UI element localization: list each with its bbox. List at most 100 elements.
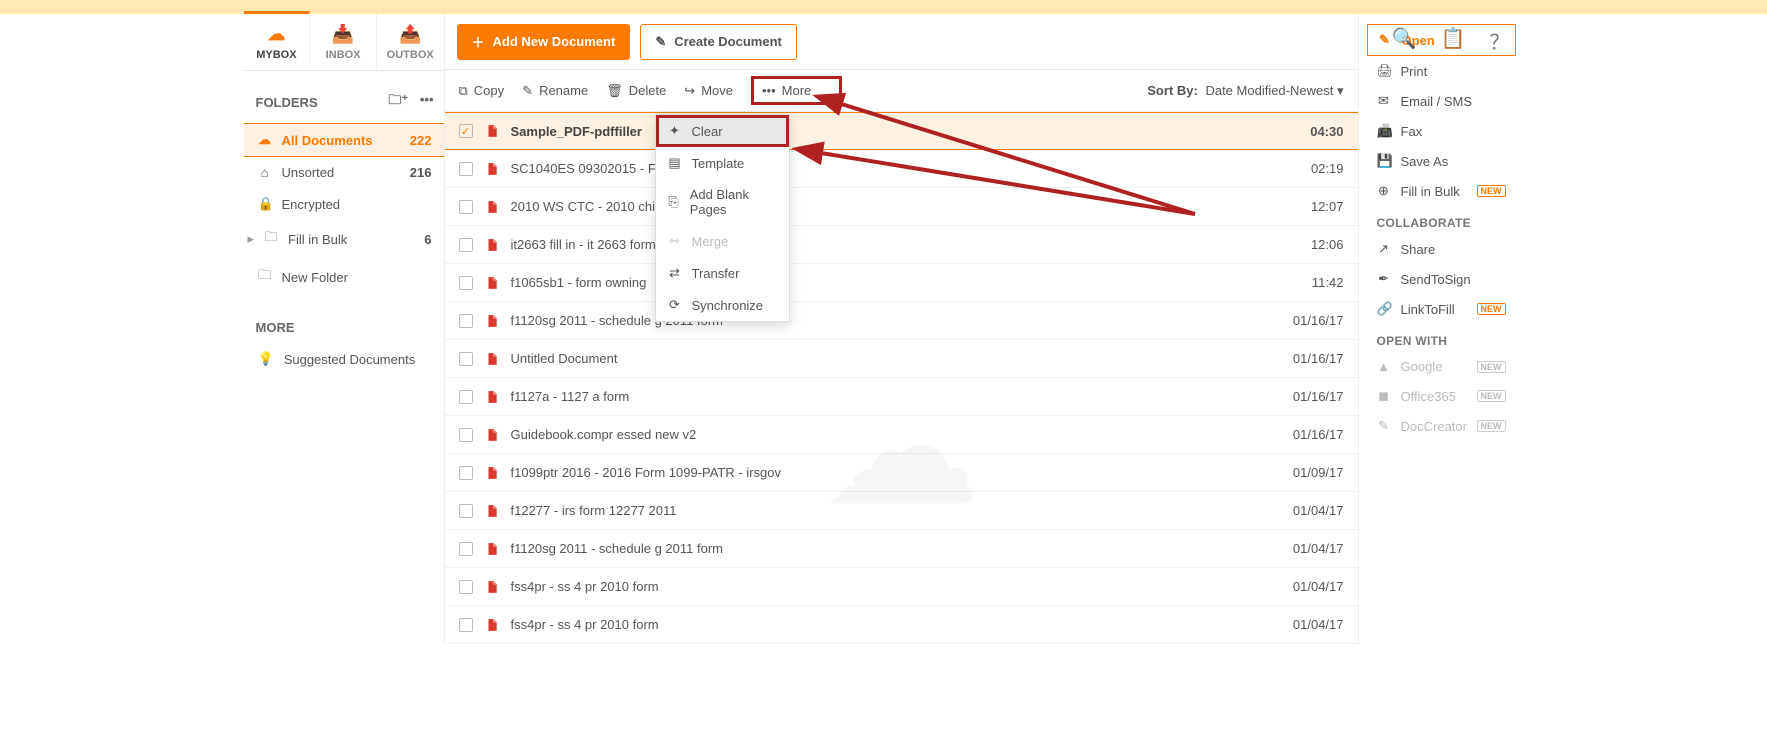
checkbox[interactable] bbox=[459, 390, 473, 404]
search-icon[interactable]: 🔍 bbox=[1392, 26, 1417, 55]
checkbox[interactable] bbox=[459, 200, 473, 214]
dropdown-add-blank-pages[interactable]: ⎘ Add Blank Pages bbox=[656, 179, 789, 225]
file-row[interactable]: ✓ Sample_PDF-pdffiller 04:30 bbox=[445, 112, 1358, 150]
file-time: 01/16/17 bbox=[1293, 351, 1344, 366]
folder-options-icon[interactable]: ••• bbox=[420, 92, 434, 107]
checkbox[interactable] bbox=[459, 580, 473, 594]
file-time: 04:30 bbox=[1310, 124, 1343, 139]
more-item-label: Suggested Documents bbox=[284, 352, 416, 367]
file-name: fss4pr - ss 4 pr 2010 form bbox=[511, 617, 1281, 632]
file-row[interactable]: 2010 WS CTC - 2010 child tax12:07 bbox=[445, 188, 1358, 226]
sortby-label: Sort By: bbox=[1147, 83, 1198, 98]
file-time: 01/16/17 bbox=[1293, 313, 1344, 328]
pdf-icon bbox=[485, 351, 499, 367]
folder-new-folder[interactable]: 🗀New Folder bbox=[244, 258, 444, 296]
inbox-icon: 📥 bbox=[332, 24, 354, 45]
tab-outbox[interactable]: 📤 OUTBOX bbox=[377, 14, 444, 70]
folder-label: Fill in Bulk bbox=[288, 232, 347, 247]
file-row[interactable]: Guidebook.compr essed new v201/16/17 bbox=[445, 416, 1358, 454]
file-name: f1127a - 1127 a form bbox=[511, 389, 1281, 404]
checkbox[interactable] bbox=[459, 542, 473, 556]
dropdown-template[interactable]: ▤ Template bbox=[656, 147, 789, 179]
open-office365-button[interactable]: ◼Office365NEW bbox=[1367, 381, 1516, 411]
folder-all-documents[interactable]: ☁All Documents 222 bbox=[244, 123, 444, 157]
save-icon: 💾 bbox=[1377, 153, 1391, 169]
share-button[interactable]: ↗ Share bbox=[1367, 234, 1516, 264]
file-row[interactable]: f12277 - irs form 12277 201101/04/17 bbox=[445, 492, 1358, 530]
save-as-button[interactable]: 💾Save As bbox=[1367, 146, 1516, 176]
chevron-right-icon: ▸ bbox=[248, 231, 255, 247]
template-icon: ▤ bbox=[668, 155, 682, 171]
fillbulk-label: Fill in Bulk bbox=[1401, 184, 1460, 199]
file-time: 01/16/17 bbox=[1293, 427, 1344, 442]
fax-button[interactable]: 📠Fax bbox=[1367, 116, 1516, 146]
linktofill-button[interactable]: 🔗LinkToFillNEW bbox=[1367, 294, 1516, 324]
file-row[interactable]: it2663 fill in - it 2663 form 20112:06 bbox=[445, 226, 1358, 264]
checkbox[interactable] bbox=[459, 276, 473, 290]
file-row[interactable]: fss4pr - ss 4 pr 2010 form01/04/17 bbox=[445, 606, 1358, 644]
folder-fill-in-bulk[interactable]: ▸🗀Fill in Bulk 6 bbox=[244, 220, 444, 258]
outbox-icon: 📤 bbox=[399, 24, 421, 45]
email-button[interactable]: ✉Email / SMS bbox=[1367, 86, 1516, 116]
create-document-button[interactable]: ✎ Create Document bbox=[640, 24, 797, 60]
add-new-document-button[interactable]: ＋ Add New Document bbox=[457, 24, 631, 60]
checkbox[interactable] bbox=[459, 352, 473, 366]
help-icon[interactable]: ？ bbox=[1490, 26, 1510, 55]
email-label: Email / SMS bbox=[1401, 94, 1473, 109]
checkbox[interactable]: ✓ bbox=[459, 124, 473, 138]
file-row[interactable]: f1120sg 2011 - schedule g 2011 form01/16… bbox=[445, 302, 1358, 340]
file-row[interactable]: f1127a - 1127 a form01/16/17 bbox=[445, 378, 1358, 416]
office-label: Office365 bbox=[1401, 389, 1456, 404]
suggested-documents[interactable]: 💡 Suggested Documents bbox=[244, 343, 444, 375]
folder-label: All Documents bbox=[282, 133, 373, 148]
more-button[interactable]: •••More bbox=[751, 76, 842, 105]
file-row[interactable]: f1099ptr 2016 - 2016 Form 1099-PATR - ir… bbox=[445, 454, 1358, 492]
file-name: Sample_PDF-pdffiller bbox=[511, 124, 1299, 139]
tab-inbox[interactable]: 📥 INBOX bbox=[310, 14, 377, 70]
share-label: Share bbox=[1401, 242, 1436, 257]
share-icon: ↗ bbox=[1377, 241, 1391, 257]
tab-mybox[interactable]: ☁ MYBOX bbox=[244, 11, 311, 67]
file-time: 01/04/17 bbox=[1293, 503, 1344, 518]
file-time: 01/09/17 bbox=[1293, 465, 1344, 480]
fax-label: Fax bbox=[1401, 124, 1423, 139]
checkbox[interactable] bbox=[459, 314, 473, 328]
pdf-icon bbox=[485, 579, 499, 595]
rename-button[interactable]: ✎Rename bbox=[522, 83, 588, 99]
copy-button[interactable]: ⧉Copy bbox=[459, 83, 505, 99]
add-page-icon: ⎘ bbox=[668, 194, 680, 210]
checkbox[interactable] bbox=[459, 162, 473, 176]
folder-encrypted[interactable]: 🔒Encrypted bbox=[244, 188, 444, 220]
more-dropdown: ✦Clear ▤Template ⎘Add Blank Pages ⇿Merge… bbox=[655, 114, 790, 322]
print-button[interactable]: 🖨Print bbox=[1367, 56, 1516, 86]
bulk-icon: ⊕ bbox=[1377, 183, 1391, 199]
dropdown-synchronize[interactable]: ⟳Synchronize bbox=[656, 289, 789, 321]
checkbox[interactable] bbox=[459, 238, 473, 252]
file-time: 11:42 bbox=[1312, 275, 1344, 290]
dd-label: Add Blank Pages bbox=[690, 187, 777, 217]
file-row[interactable]: f1120sg 2011 - schedule g 2011 form01/04… bbox=[445, 530, 1358, 568]
open-google-button[interactable]: ▲GoogleNEW bbox=[1367, 352, 1516, 381]
file-row[interactable]: Untitled Document01/16/17 bbox=[445, 340, 1358, 378]
checkbox[interactable] bbox=[459, 428, 473, 442]
dd-label: Template bbox=[692, 156, 745, 171]
delete-button[interactable]: 🗑Delete bbox=[606, 83, 666, 99]
dropdown-clear[interactable]: ✦Clear bbox=[656, 115, 789, 147]
sort-by-dropdown[interactable]: Sort By: Date Modified-Newest ▾ bbox=[1147, 83, 1343, 99]
open-doccreator-button[interactable]: ✎DocCreatorNEW bbox=[1367, 411, 1516, 441]
file-row[interactable]: SC1040ES 09302015 - FORM02:19 bbox=[445, 150, 1358, 188]
file-row[interactable]: fss4pr - ss 4 pr 2010 form01/04/17 bbox=[445, 568, 1358, 606]
pdf-icon bbox=[485, 465, 499, 481]
checkbox[interactable] bbox=[459, 504, 473, 518]
file-time: 12:07 bbox=[1311, 199, 1344, 214]
checkbox[interactable] bbox=[459, 466, 473, 480]
folder-unsorted[interactable]: ⌂Unsorted 216 bbox=[244, 157, 444, 188]
clipboard-icon[interactable]: 📋 bbox=[1441, 26, 1466, 55]
move-button[interactable]: ↪Move bbox=[684, 83, 733, 99]
dropdown-transfer[interactable]: ⇄Transfer bbox=[656, 257, 789, 289]
fill-in-bulk-button[interactable]: ⊕Fill in BulkNEW bbox=[1367, 176, 1516, 206]
add-folder-icon[interactable]: 🗀⁺ bbox=[388, 92, 408, 107]
file-row[interactable]: f1065sb1 - form owning11:42 bbox=[445, 264, 1358, 302]
checkbox[interactable] bbox=[459, 618, 473, 632]
sendtosign-button[interactable]: ✒SendToSign bbox=[1367, 264, 1516, 294]
